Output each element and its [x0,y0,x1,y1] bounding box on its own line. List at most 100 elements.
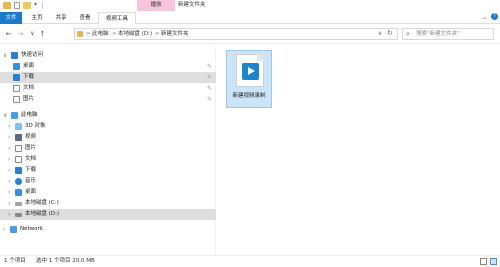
window-title: 新建文件夹 [178,2,206,8]
tab-home[interactable]: 主页 [28,12,46,24]
sidebar-item-documents[interactable]: 文档 ✎ [0,83,216,94]
star-icon [11,52,18,59]
tab-file[interactable]: 文件 [0,12,22,24]
new-folder-icon[interactable] [23,2,31,9]
chevron-down-icon[interactable]: ∨ [3,110,7,121]
tab-share[interactable]: 共享 [52,12,70,24]
folder-icon [77,31,83,37]
details-view-icon[interactable] [480,258,487,265]
search-placeholder: 搜索"新建文件夹" [416,31,460,37]
sidebar-item-downloads[interactable]: 下载 ✎ [0,72,216,83]
video-file-icon [236,54,264,87]
chevron-right-icon[interactable]: › [8,121,10,132]
search-input[interactable]: ⌕ 搜索"新建文件夹" [402,28,494,40]
address-row: ← → ∨ ↑ > 此电脑 > 本地磁盘 (D:) > 新建文件夹 ∨ ↻ ⌕ … [0,24,500,44]
tab-video-tools[interactable]: 视频工具 [98,12,136,24]
address-bar[interactable]: > 此电脑 > 本地磁盘 (D:) > 新建文件夹 ∨ ↻ [74,28,398,40]
search-icon: ⌕ [406,30,410,38]
breadcrumb-separator: > [112,31,117,37]
chevron-down-icon[interactable]: ∨ [3,50,7,61]
chevron-right-icon[interactable]: › [8,187,10,198]
pin-icon[interactable]: ✎ [207,72,212,83]
page-fold [257,54,264,61]
sidebar-item-label: 本地磁盘 (D:) [25,211,60,217]
play-icon [242,63,259,80]
documents-icon [15,156,22,163]
sidebar-item-pictures[interactable]: 图片 ✎ [0,94,216,105]
pin-icon[interactable]: ✎ [207,83,212,94]
sidebar-item-label: 桌面 [23,63,35,69]
back-arrow-icon[interactable]: ← [4,29,13,39]
sidebar-item-music[interactable]: › 音乐 [0,176,216,187]
sidebar-item-label: 快速访问 [21,52,44,58]
sidebar-item-label: 下载 [23,74,35,80]
chevron-right-icon[interactable]: › [8,143,10,154]
item-count: 1 个项目 [4,258,26,264]
chevron-right-icon[interactable]: › [8,198,10,209]
help-icon[interactable]: ? [491,13,498,20]
computer-icon [11,112,18,119]
properties-icon[interactable] [14,2,20,9]
sidebar-item-label: 文档 [25,156,37,162]
tab-view[interactable]: 查看 [76,12,94,24]
chevron-right-icon[interactable]: › [8,209,10,220]
sidebar-item-this-pc[interactable]: ∨ 此电脑 [0,110,216,121]
sidebar-item-desktop[interactable]: 桌面 ✎ [0,61,216,72]
network-icon [10,226,17,233]
chevron-right-icon[interactable]: › [8,154,10,165]
refresh-icon[interactable]: ↻ [387,29,393,37]
title-separator [42,2,43,9]
pictures-icon [15,145,22,152]
forward-arrow-icon[interactable]: → [16,29,25,39]
sidebar-item-label: 3D 对象 [25,123,46,129]
file-item-video[interactable]: 新建视频录制 [226,50,272,108]
sidebar-item-downloads-pc[interactable]: › 下载 [0,165,216,176]
music-icon [15,178,22,185]
sidebar-item-label: 图片 [25,145,37,151]
sidebar-item-pictures-pc[interactable]: › 图片 [0,143,216,154]
navigation-pane: ∨ 快速访问 桌面 ✎ 下载 ✎ 文档 ✎ 图片 ✎ ∨ 此电脑 › 3D 对象… [0,46,216,254]
download-icon [13,74,20,81]
sidebar-item-quick-access[interactable]: ∨ 快速访问 [0,50,216,61]
tool-tab-play[interactable]: 播放 [137,0,175,11]
chevron-right-icon[interactable]: › [8,165,10,176]
address-dropdown-icon[interactable]: ∨ [378,30,382,37]
sidebar-item-label: 桌面 [25,189,37,195]
up-arrow-icon[interactable]: ↑ [38,29,47,39]
sidebar-item-label: 此电脑 [21,112,38,118]
sidebar-item-label: 音乐 [25,178,37,184]
breadcrumb-new-folder[interactable]: 新建文件夹 [161,29,189,39]
chevron-right-icon[interactable]: › [8,176,10,187]
sidebar-item-label: 图片 [23,96,35,102]
sidebar-item-3d-objects[interactable]: › 3D 对象 [0,121,216,132]
download-icon [15,167,22,174]
sidebar-item-documents-pc[interactable]: › 文档 [0,154,216,165]
breadcrumb-drive-d[interactable]: 本地磁盘 (D:) [118,29,152,39]
desktop-icon [15,189,22,196]
large-icons-view-icon[interactable] [490,258,497,265]
folder-icon [3,2,11,9]
chevron-right-icon[interactable]: › [3,224,5,235]
sidebar-item-label: 文档 [23,85,35,91]
sidebar-item-videos[interactable]: › 视频 [0,132,216,143]
sidebar-item-network[interactable]: › Network [0,224,216,235]
title-bar: ▾ 播放 新建文件夹 [0,0,500,12]
ribbon-expand-icon[interactable]: ⌄ [482,14,487,21]
recent-locations-icon[interactable]: ∨ [28,29,37,39]
quick-access-dropdown-icon[interactable]: ▾ [34,1,37,8]
breadcrumb-this-pc[interactable]: 此电脑 [92,29,109,39]
pin-icon[interactable]: ✎ [207,94,212,105]
chevron-right-icon[interactable]: › [8,132,10,143]
status-bar: 1 个项目 选中 1 个项目 20.0 MB [0,255,500,266]
3d-objects-icon [15,123,22,130]
sidebar-item-drive-d[interactable]: › 本地磁盘 (D:) [0,209,216,220]
ribbon-tabs: 文件 主页 共享 查看 视频工具 ⌄ ? [0,12,500,24]
desktop-icon [13,63,20,70]
sidebar-item-label: Network [20,226,43,232]
breadcrumb-separator: > [86,31,91,37]
sidebar-item-drive-c[interactable]: › 本地磁盘 (C:) [0,198,216,209]
pictures-icon [13,96,20,103]
sidebar-item-desktop-pc[interactable]: › 桌面 [0,187,216,198]
pin-icon[interactable]: ✎ [207,61,212,72]
sidebar-item-label: 视频 [25,134,37,140]
